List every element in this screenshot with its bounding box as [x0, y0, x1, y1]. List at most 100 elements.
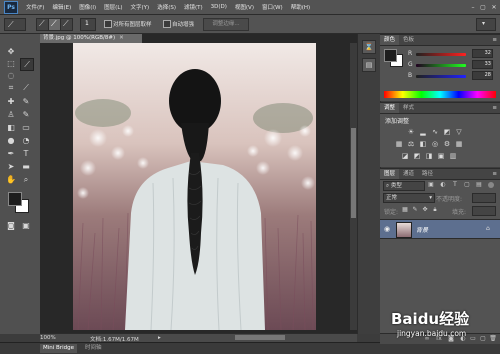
- levels-icon[interactable]: ▂: [418, 128, 428, 136]
- blend-mode-select[interactable]: 正常 ▾: [383, 193, 435, 203]
- lasso-tool-icon[interactable]: ◌: [5, 70, 17, 81]
- filter-adjustment-icon[interactable]: ◐: [438, 181, 448, 189]
- exposure-icon[interactable]: ◩: [442, 128, 452, 136]
- tab-swatches[interactable]: 色板: [399, 35, 418, 45]
- tab-layers[interactable]: 图层: [380, 169, 400, 179]
- history-panel-icon[interactable]: ⌛: [362, 40, 376, 54]
- selective-color-icon[interactable]: ▣: [436, 152, 446, 160]
- properties-panel-icon[interactable]: ▤: [362, 58, 376, 72]
- dodge-tool-icon[interactable]: ◔: [20, 135, 32, 146]
- vibrance-icon[interactable]: ▽: [454, 128, 464, 136]
- channel-g-slider[interactable]: [416, 64, 466, 67]
- close-button[interactable]: ✕: [488, 4, 500, 11]
- blur-tool-icon[interactable]: ●: [5, 135, 17, 146]
- channel-mixer-icon[interactable]: ⚙: [442, 140, 452, 148]
- clone-stamp-icon[interactable]: ♙: [5, 109, 17, 120]
- color-spectrum-bar[interactable]: [384, 91, 496, 98]
- tab-close-icon[interactable]: ✕: [119, 35, 124, 41]
- vertical-scroll-thumb[interactable]: [351, 128, 356, 218]
- threshold-icon[interactable]: ◨: [424, 152, 434, 160]
- channel-b-value[interactable]: 28: [472, 71, 493, 80]
- filter-toggle[interactable]: [488, 182, 494, 188]
- zoom-tool-icon[interactable]: ⌕: [20, 174, 32, 185]
- tab-styles[interactable]: 样式: [399, 103, 418, 113]
- menu-edit[interactable]: 编辑(E): [52, 3, 71, 11]
- brush-tool-icon[interactable]: ✎: [20, 96, 32, 107]
- gradient-map-icon[interactable]: ▥: [448, 152, 458, 160]
- eraser-tool-icon[interactable]: ◧: [5, 122, 17, 133]
- hand-tool-icon[interactable]: ✋: [5, 174, 17, 185]
- color-balance-icon[interactable]: ⚖: [406, 140, 416, 148]
- menu-view[interactable]: 视图(V): [235, 3, 254, 11]
- pen-tool-icon[interactable]: ✒: [5, 148, 17, 159]
- type-tool-icon[interactable]: T: [20, 148, 32, 159]
- layer-row[interactable]: ◉ 背景 ⌂: [380, 219, 500, 239]
- eyedropper-tool-icon[interactable]: ⟋: [20, 82, 32, 93]
- brush-size-picker[interactable]: 1: [80, 18, 96, 31]
- sample-all-layers-checkbox[interactable]: [104, 20, 112, 28]
- panel-menu-icon[interactable]: ≡: [492, 171, 500, 177]
- filter-pixel-icon[interactable]: ▣: [426, 181, 436, 189]
- menu-3d[interactable]: 3D(D): [211, 4, 227, 10]
- menu-select[interactable]: 选择(S): [157, 3, 176, 11]
- color-lookup-icon[interactable]: ▦: [454, 140, 464, 148]
- fill-input[interactable]: [472, 206, 496, 216]
- quick-select-tool-icon[interactable]: ⟋: [20, 58, 34, 71]
- mini-bridge-tab[interactable]: Mini Bridge: [40, 344, 77, 353]
- auto-enhance-checkbox[interactable]: [163, 20, 171, 28]
- minimize-button[interactable]: –: [468, 4, 478, 11]
- shape-tool-icon[interactable]: ▬: [20, 161, 32, 172]
- document-tab[interactable]: 背景.jpg @ 100%(RGB/8#) ✕: [40, 34, 142, 43]
- channel-g-value[interactable]: 33: [472, 60, 493, 69]
- filter-type-icon[interactable]: T: [450, 181, 460, 189]
- zoom-level[interactable]: 100%: [40, 335, 56, 341]
- lock-all-icon[interactable]: 🔒︎: [430, 206, 440, 214]
- layer-name[interactable]: 背景: [416, 225, 428, 234]
- black-white-icon[interactable]: ◧: [418, 140, 428, 148]
- lock-position-icon[interactable]: ✥: [420, 206, 430, 214]
- lock-transparent-icon[interactable]: ▦: [400, 206, 410, 214]
- path-select-tool-icon[interactable]: ➤: [5, 161, 17, 172]
- image-canvas[interactable]: [73, 43, 316, 330]
- posterize-icon[interactable]: ◩: [412, 152, 422, 160]
- fg-swatch-small[interactable]: [384, 49, 397, 62]
- crop-tool-icon[interactable]: ⌗: [5, 82, 17, 93]
- tab-color[interactable]: 颜色: [380, 35, 400, 45]
- filter-smart-icon[interactable]: ▤: [474, 181, 484, 189]
- subtract-selection-button[interactable]: ⟋: [60, 18, 73, 31]
- tab-channels[interactable]: 通道: [399, 169, 418, 179]
- timeline-tab[interactable]: 时间轴: [82, 344, 105, 353]
- move-tool-icon[interactable]: ✥: [5, 46, 17, 57]
- filter-shape-icon[interactable]: ▢: [462, 181, 472, 189]
- history-brush-icon[interactable]: ✎: [20, 109, 32, 120]
- workspace-switcher[interactable]: ▾: [476, 18, 496, 31]
- tab-paths[interactable]: 路径: [418, 169, 437, 179]
- menu-help[interactable]: 帮助(H): [291, 3, 310, 11]
- eye-visibility-icon[interactable]: ◉: [384, 225, 390, 233]
- invert-icon[interactable]: ◪: [400, 152, 410, 160]
- tool-preset-picker[interactable]: ⟋: [4, 18, 26, 31]
- lock-pixels-icon[interactable]: ✎: [410, 206, 420, 214]
- photo-filter-icon[interactable]: ◎: [430, 140, 440, 148]
- panel-menu-icon[interactable]: ≡: [492, 37, 500, 43]
- opacity-input[interactable]: [472, 193, 496, 203]
- restore-button[interactable]: ▢: [478, 4, 488, 11]
- menu-type[interactable]: 文字(Y): [131, 3, 150, 11]
- channel-r-slider[interactable]: [416, 53, 466, 56]
- curves-icon[interactable]: ∿: [430, 128, 440, 136]
- tab-adjustments[interactable]: 调整: [380, 103, 400, 113]
- menu-filter[interactable]: 滤镜(T): [184, 3, 203, 11]
- hue-saturation-icon[interactable]: ▦: [394, 140, 404, 148]
- kind-filter-select[interactable]: ⌕ 类型: [383, 181, 425, 191]
- panel-menu-icon[interactable]: ≡: [492, 105, 500, 111]
- gradient-tool-icon[interactable]: ▭: [20, 122, 32, 133]
- channel-r-value[interactable]: 32: [472, 49, 493, 58]
- menu-image[interactable]: 图像(I): [79, 3, 96, 11]
- status-arrow-icon[interactable]: ▸: [158, 335, 161, 341]
- brightness-icon[interactable]: ☀: [406, 128, 416, 136]
- quick-mask-icon[interactable]: ◙: [5, 220, 17, 231]
- refine-edge-button[interactable]: 调整边缘...: [203, 18, 249, 31]
- menu-file[interactable]: 文件(F): [26, 3, 44, 11]
- healing-brush-icon[interactable]: ✚: [5, 96, 17, 107]
- channel-b-slider[interactable]: [416, 75, 466, 78]
